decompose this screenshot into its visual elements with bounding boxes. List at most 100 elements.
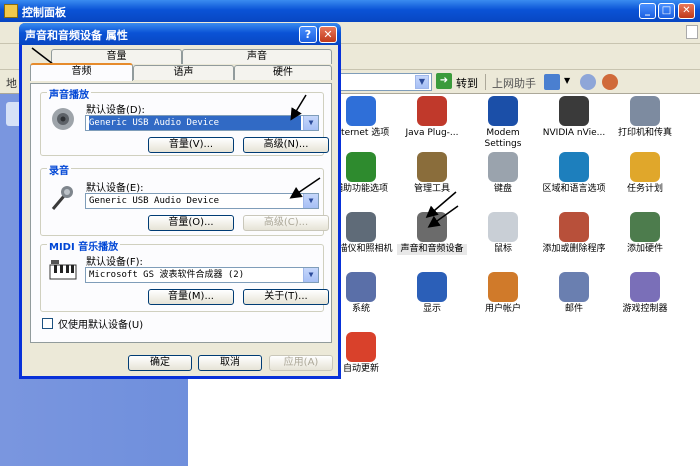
midi-volume-button[interactable]: 音量(M)... bbox=[148, 289, 234, 305]
window-close-button[interactable]: ✕ bbox=[678, 3, 695, 19]
speaker-icon bbox=[52, 108, 74, 130]
apply-button: 应用(A) bbox=[269, 355, 333, 371]
control-panel-item-label: 显示 bbox=[422, 304, 441, 314]
windows-logo-icon bbox=[686, 25, 698, 39]
applet-icon bbox=[488, 152, 518, 182]
tab-hardware[interactable]: 硬件 bbox=[234, 65, 332, 80]
control-panel-titlebar[interactable]: 控制面板 _ □ ✕ bbox=[0, 0, 700, 22]
tab-volume[interactable]: 音量 bbox=[51, 49, 182, 64]
applet-icon bbox=[417, 272, 447, 302]
control-panel-item[interactable]: 鼠标 bbox=[468, 212, 538, 255]
cancel-button[interactable]: 取消 bbox=[198, 355, 262, 371]
link-icon[interactable] bbox=[580, 74, 596, 90]
applet-icon bbox=[488, 96, 518, 126]
playback-group-label: 声音播放 bbox=[47, 86, 91, 101]
control-panel-item[interactable]: 打印机和传真 bbox=[610, 96, 680, 139]
midi-about-button[interactable]: 关于(T)... bbox=[243, 289, 329, 305]
control-panel-item[interactable]: 添加硬件 bbox=[610, 212, 680, 255]
microphone-icon bbox=[51, 186, 73, 210]
recording-volume-button[interactable]: 音量(O)... bbox=[148, 215, 234, 231]
control-panel-item-label: 邮件 bbox=[564, 304, 583, 314]
midi-device-select[interactable]: Microsoft GS 波表软件合成器 (2) ▼ bbox=[85, 267, 319, 283]
control-panel-item[interactable]: 显示 bbox=[397, 272, 467, 315]
chevron-down-icon[interactable]: ▼ bbox=[303, 268, 318, 282]
recording-group-label: 录音 bbox=[47, 162, 71, 177]
applet-icon bbox=[346, 96, 376, 126]
applet-icon bbox=[559, 152, 589, 182]
recording-default-device-label: 默认设备(E): bbox=[86, 183, 144, 194]
control-panel-item[interactable]: NVIDIA nVie... bbox=[539, 96, 609, 139]
dialog-titlebar[interactable]: 声音和音频设备 属性 ? ✕ bbox=[19, 23, 341, 45]
surf-assistant-button[interactable]: 上网助手 bbox=[492, 75, 536, 91]
tab-audio[interactable]: 音频 bbox=[30, 63, 133, 81]
chevron-down-icon[interactable]: ▼ bbox=[303, 194, 318, 208]
audio-tab-panel: 声音播放 默认设备(D): Generic USB Audio Device ▼… bbox=[30, 83, 332, 343]
applet-icon bbox=[417, 96, 447, 126]
control-panel-item[interactable]: 添加或删除程序 bbox=[539, 212, 609, 255]
control-panel-item[interactable]: 邮件 bbox=[539, 272, 609, 315]
chevron-down-icon[interactable]: ▼ bbox=[303, 116, 318, 130]
maximize-button[interactable]: □ bbox=[658, 3, 675, 19]
chevron-down-icon[interactable]: ▼ bbox=[564, 76, 570, 85]
recording-device-select[interactable]: Generic USB Audio Device ▼ bbox=[85, 193, 319, 209]
applet-icon bbox=[630, 272, 660, 302]
tab-voice[interactable]: 语声 bbox=[133, 65, 234, 80]
applet-icon bbox=[559, 272, 589, 302]
playback-device-value: Generic USB Audio Device bbox=[89, 116, 301, 130]
control-panel-item-label: Modem Settings bbox=[484, 128, 522, 149]
applet-icon bbox=[346, 272, 376, 302]
applet-icon bbox=[488, 212, 518, 242]
playback-volume-button[interactable]: 音量(V)... bbox=[148, 137, 234, 153]
playback-advanced-button[interactable]: 高级(N)... bbox=[243, 137, 329, 153]
applet-icon bbox=[630, 96, 660, 126]
dialog-title: 声音和音频设备 属性 bbox=[25, 29, 128, 42]
tab-sound[interactable]: 声音 bbox=[182, 49, 332, 64]
midi-device-value: Microsoft GS 波表软件合成器 (2) bbox=[89, 270, 245, 280]
control-panel-item[interactable]: 键盘 bbox=[468, 152, 538, 195]
dialog-close-button[interactable]: ✕ bbox=[319, 26, 337, 43]
midi-default-device-label: 默认设备(F): bbox=[86, 257, 143, 268]
sound-audio-properties-dialog: 声音和音频设备 属性 ? ✕ 音量 声音 音频 语声 硬件 声音播放 默认设备(… bbox=[19, 23, 341, 379]
control-panel-item[interactable]: 游戏控制器 bbox=[610, 272, 680, 315]
default-devices-only-checkbox[interactable] bbox=[42, 318, 53, 329]
address-dropdown-button[interactable]: ▼ bbox=[415, 75, 429, 89]
applet-icon bbox=[630, 152, 660, 182]
applet-icon bbox=[346, 152, 376, 182]
applet-icon bbox=[559, 212, 589, 242]
control-panel-item[interactable]: 区域和语言选项 bbox=[539, 152, 609, 195]
recording-device-value: Generic USB Audio Device bbox=[89, 196, 220, 206]
control-panel-item-label: 添加硬件 bbox=[626, 244, 663, 254]
control-panel-item[interactable]: 用户帐户 bbox=[468, 272, 538, 315]
address-label: 地 bbox=[6, 77, 17, 90]
minimize-button[interactable]: _ bbox=[639, 3, 656, 19]
keyboard-synth-icon bbox=[49, 260, 77, 280]
control-panel-item[interactable]: Java Plug-... bbox=[397, 96, 467, 139]
ok-button[interactable]: 确定 bbox=[128, 355, 192, 371]
applet-icon bbox=[559, 96, 589, 126]
control-panel-item-label: 打印机和传真 bbox=[617, 128, 672, 138]
control-panel-item-label: 鼠标 bbox=[493, 244, 512, 254]
divider bbox=[485, 74, 486, 90]
control-panel-item-label: NVIDIA nVie... bbox=[542, 128, 606, 138]
control-panel-item[interactable]: 管理工具 bbox=[397, 152, 467, 195]
tool-icon[interactable] bbox=[602, 74, 618, 90]
applet-icon bbox=[417, 152, 447, 182]
applet-icon bbox=[346, 332, 376, 362]
control-panel-item-label: 管理工具 bbox=[413, 184, 450, 194]
folder-icon bbox=[4, 4, 18, 18]
default-devices-only-label[interactable]: 仅使用默认设备(U) bbox=[58, 316, 143, 331]
go-button[interactable]: 转到 bbox=[456, 75, 478, 91]
control-panel-item-label: 声音和音频设备 bbox=[397, 244, 467, 255]
midi-group-label: MIDI 音乐播放 bbox=[47, 238, 121, 253]
recording-advanced-button: 高级(C)... bbox=[243, 215, 329, 231]
control-panel-item-label: 添加或删除程序 bbox=[542, 244, 606, 254]
control-panel-item[interactable]: 任务计划 bbox=[610, 152, 680, 195]
helper-icon[interactable] bbox=[544, 74, 560, 90]
control-panel-item[interactable]: 声音和音频设备 bbox=[397, 212, 467, 255]
control-panel-item[interactable]: Modem Settings bbox=[468, 96, 538, 150]
control-panel-item-label: 区域和语言选项 bbox=[542, 184, 606, 194]
playback-device-select[interactable]: Generic USB Audio Device ▼ bbox=[85, 115, 319, 131]
midi-group: MIDI 音乐播放 默认设备(F): Microsoft GS 波表软件合成器 … bbox=[40, 238, 329, 312]
help-button[interactable]: ? bbox=[299, 26, 317, 43]
go-arrow-icon[interactable]: ➜ bbox=[436, 73, 452, 89]
